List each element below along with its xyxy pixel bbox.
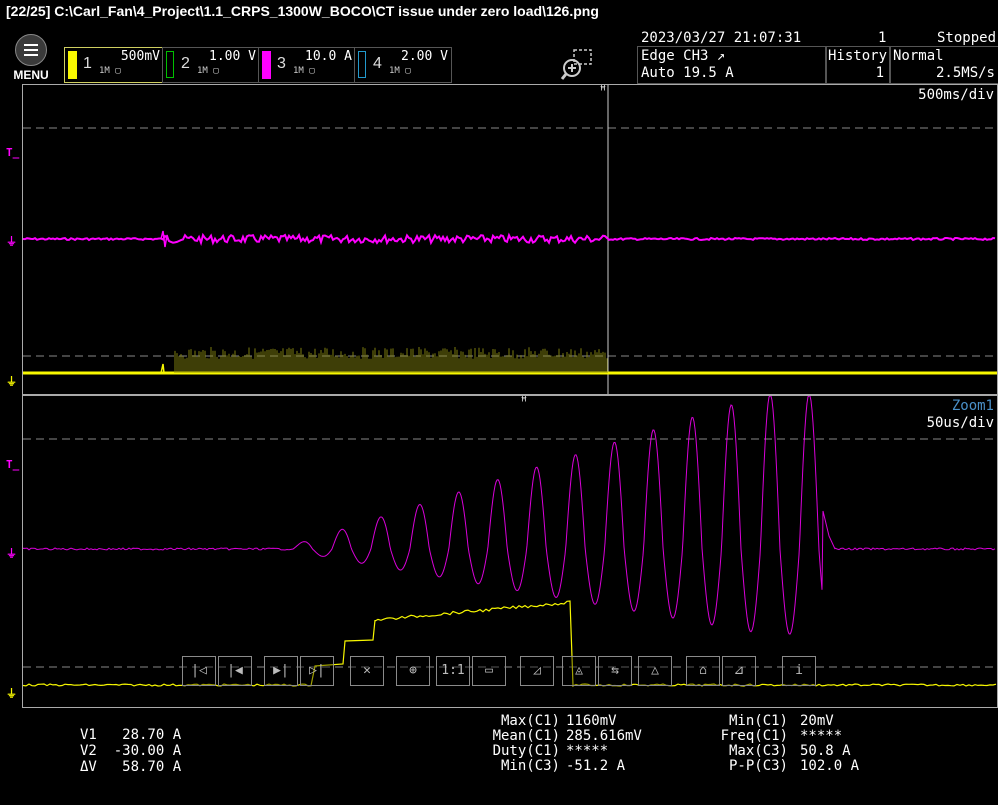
ch1-ground-marker[interactable]: ⏚	[6, 373, 17, 389]
channel-4-coupling: 1M ▢	[389, 66, 411, 76]
cursor-delta: ΔV 58.70 A	[80, 759, 182, 775]
meas-label-max-c3: Max(C3)	[728, 743, 788, 759]
zoom-timebase: 50us/div	[926, 415, 994, 431]
menu-label: MENU	[13, 68, 49, 82]
zoom-ch3-trigger-level-marker[interactable]: T̲	[6, 458, 19, 471]
meas-value-max-c1: 1160mV	[566, 713, 617, 729]
channel-3-scale: 10.0 A	[305, 49, 352, 64]
softkey-step-back-button[interactable]: |◀	[218, 656, 252, 686]
channel-2-number: 2	[181, 55, 190, 72]
channel-1-box[interactable]: 1 500mV 1M ▢	[64, 47, 164, 83]
meas-value-duty-c1: *****	[566, 743, 609, 759]
meas-value-mean-c1: 285.616mV	[566, 728, 642, 744]
channel-4-scale: 2.00 V	[401, 49, 448, 64]
trigger-type: Edge CH3 ↗	[641, 48, 726, 64]
history-value: 1	[875, 65, 884, 81]
softkey-zoom-in-button[interactable]: ⊕	[396, 656, 430, 686]
channel-2-box[interactable]: 2 1.00 V 1M ▢	[162, 47, 260, 83]
zoom-ch3-ground-marker[interactable]: ⏚	[6, 545, 17, 561]
channel-2-color-swatch	[166, 51, 174, 78]
menu-icon	[15, 34, 47, 66]
softkey-skip-end-button[interactable]: ▷|	[300, 656, 334, 686]
cursor-v2: V2 -30.00 A	[80, 743, 182, 759]
ch3-ground-marker[interactable]: ⏚	[6, 233, 17, 249]
ch3-trigger-level-marker[interactable]: T̲	[6, 146, 19, 159]
zoom-trigger-marker-icon: ꟸ	[520, 395, 528, 410]
datetime: 2023/03/27 21:07:31	[641, 30, 802, 46]
trigger-marker-icon: ꟸ	[599, 84, 607, 99]
channel-1-coupling: 1M ▢	[99, 66, 121, 76]
meas-value-pp-c3: 102.0 A	[800, 758, 860, 774]
channel-3-color-swatch	[262, 51, 271, 79]
meas-label-min-c1: Min(C1)	[728, 713, 788, 729]
meas-value-freq-c1: *****	[800, 728, 843, 744]
history-button[interactable]: History 1	[825, 46, 891, 84]
channel-4-color-swatch	[358, 51, 366, 78]
zoom-waveform-svg	[23, 396, 997, 687]
meas-label-pp-c3: P-P(C3)	[728, 758, 788, 774]
zoom-ch1-trace	[23, 600, 997, 687]
softkey-marker-b-button[interactable]: ⌂	[686, 656, 720, 686]
zoom-ch3-trace	[23, 396, 996, 635]
acquisition-count: 1	[878, 30, 887, 46]
softkey-step-forward-button[interactable]: ▶|	[264, 656, 298, 686]
softkey-info-button[interactable]: i	[782, 656, 816, 686]
trigger-mode: Normal	[893, 48, 944, 64]
menu-button[interactable]: MENU	[6, 34, 56, 82]
softkey-swap-button[interactable]: ⇆	[598, 656, 632, 686]
main-ch1-trace	[23, 347, 997, 375]
softkey-measure-rise-button[interactable]: ◿	[520, 656, 554, 686]
meas-value-min-c1: 20mV	[800, 713, 834, 729]
main-waveform-svg	[23, 85, 997, 394]
trigger-level: Auto 19.5 A	[641, 65, 734, 81]
acquisition-mode[interactable]: Normal 2.5MS/s	[889, 46, 998, 84]
run-state[interactable]: Stopped	[937, 30, 996, 46]
zoom-label: Zoom1	[951, 398, 994, 414]
main-waveform-pane[interactable]: 500ms/div ꟸ	[22, 84, 998, 395]
zoom-icon[interactable]	[560, 48, 594, 82]
softkey-measure-fall-button[interactable]: ◬	[562, 656, 596, 686]
meas-label-duty-c1: Duty(C1)	[492, 743, 560, 759]
channel-4-box[interactable]: 4 2.00 V 1M ▢	[354, 47, 452, 83]
softkey-marker-c-button[interactable]: ⊿	[722, 656, 756, 686]
zoom-ch1-ground-marker[interactable]: ⏚	[6, 685, 17, 701]
meas-value-min-c3: -51.2 A	[566, 758, 626, 774]
trigger-settings[interactable]: Edge CH3 ↗ Auto 19.5 A	[637, 46, 827, 84]
channel-3-box[interactable]: 3 10.0 A 1M ▢	[258, 47, 356, 83]
meas-value-max-c3: 50.8 A	[800, 743, 851, 759]
history-label: History	[828, 48, 888, 64]
window-title: [22/25] C:\Carl_Fan\4_Project\1.1_CRPS_1…	[0, 0, 998, 22]
meas-label-min-c3: Min(C3)	[500, 758, 560, 774]
main-ch3-trace	[23, 230, 996, 248]
softkey-one-to-one-button[interactable]: 1:1	[436, 656, 470, 686]
channel-4-number: 4	[373, 55, 382, 72]
sample-rate: 2.5MS/s	[935, 65, 995, 81]
softkey-window-button[interactable]: ▭	[472, 656, 506, 686]
meas-label-mean-c1: Mean(C1)	[492, 728, 560, 744]
channel-1-number: 1	[83, 55, 92, 72]
cursor-v1: V1 28.70 A	[80, 727, 182, 743]
main-timebase: 500ms/div	[918, 87, 994, 103]
channel-1-scale: 500mV	[120, 49, 160, 64]
channel-3-coupling: 1M ▢	[293, 66, 315, 76]
channel-2-scale: 1.00 V	[209, 49, 256, 64]
zoom-waveform-pane[interactable]: Zoom1 50us/div ꟸ	[22, 395, 998, 708]
softkey-marker-a-button[interactable]: △	[638, 656, 672, 686]
meas-label-max-c1: Max(C1)	[500, 713, 560, 729]
channel-2-coupling: 1M ▢	[197, 66, 219, 76]
channel-1-color-swatch	[68, 51, 77, 79]
softkey-close-button[interactable]: ✕	[350, 656, 384, 686]
channel-3-number: 3	[277, 55, 286, 72]
meas-label-freq-c1: Freq(C1)	[720, 728, 788, 744]
softkey-skip-start-button[interactable]: |◁	[182, 656, 216, 686]
